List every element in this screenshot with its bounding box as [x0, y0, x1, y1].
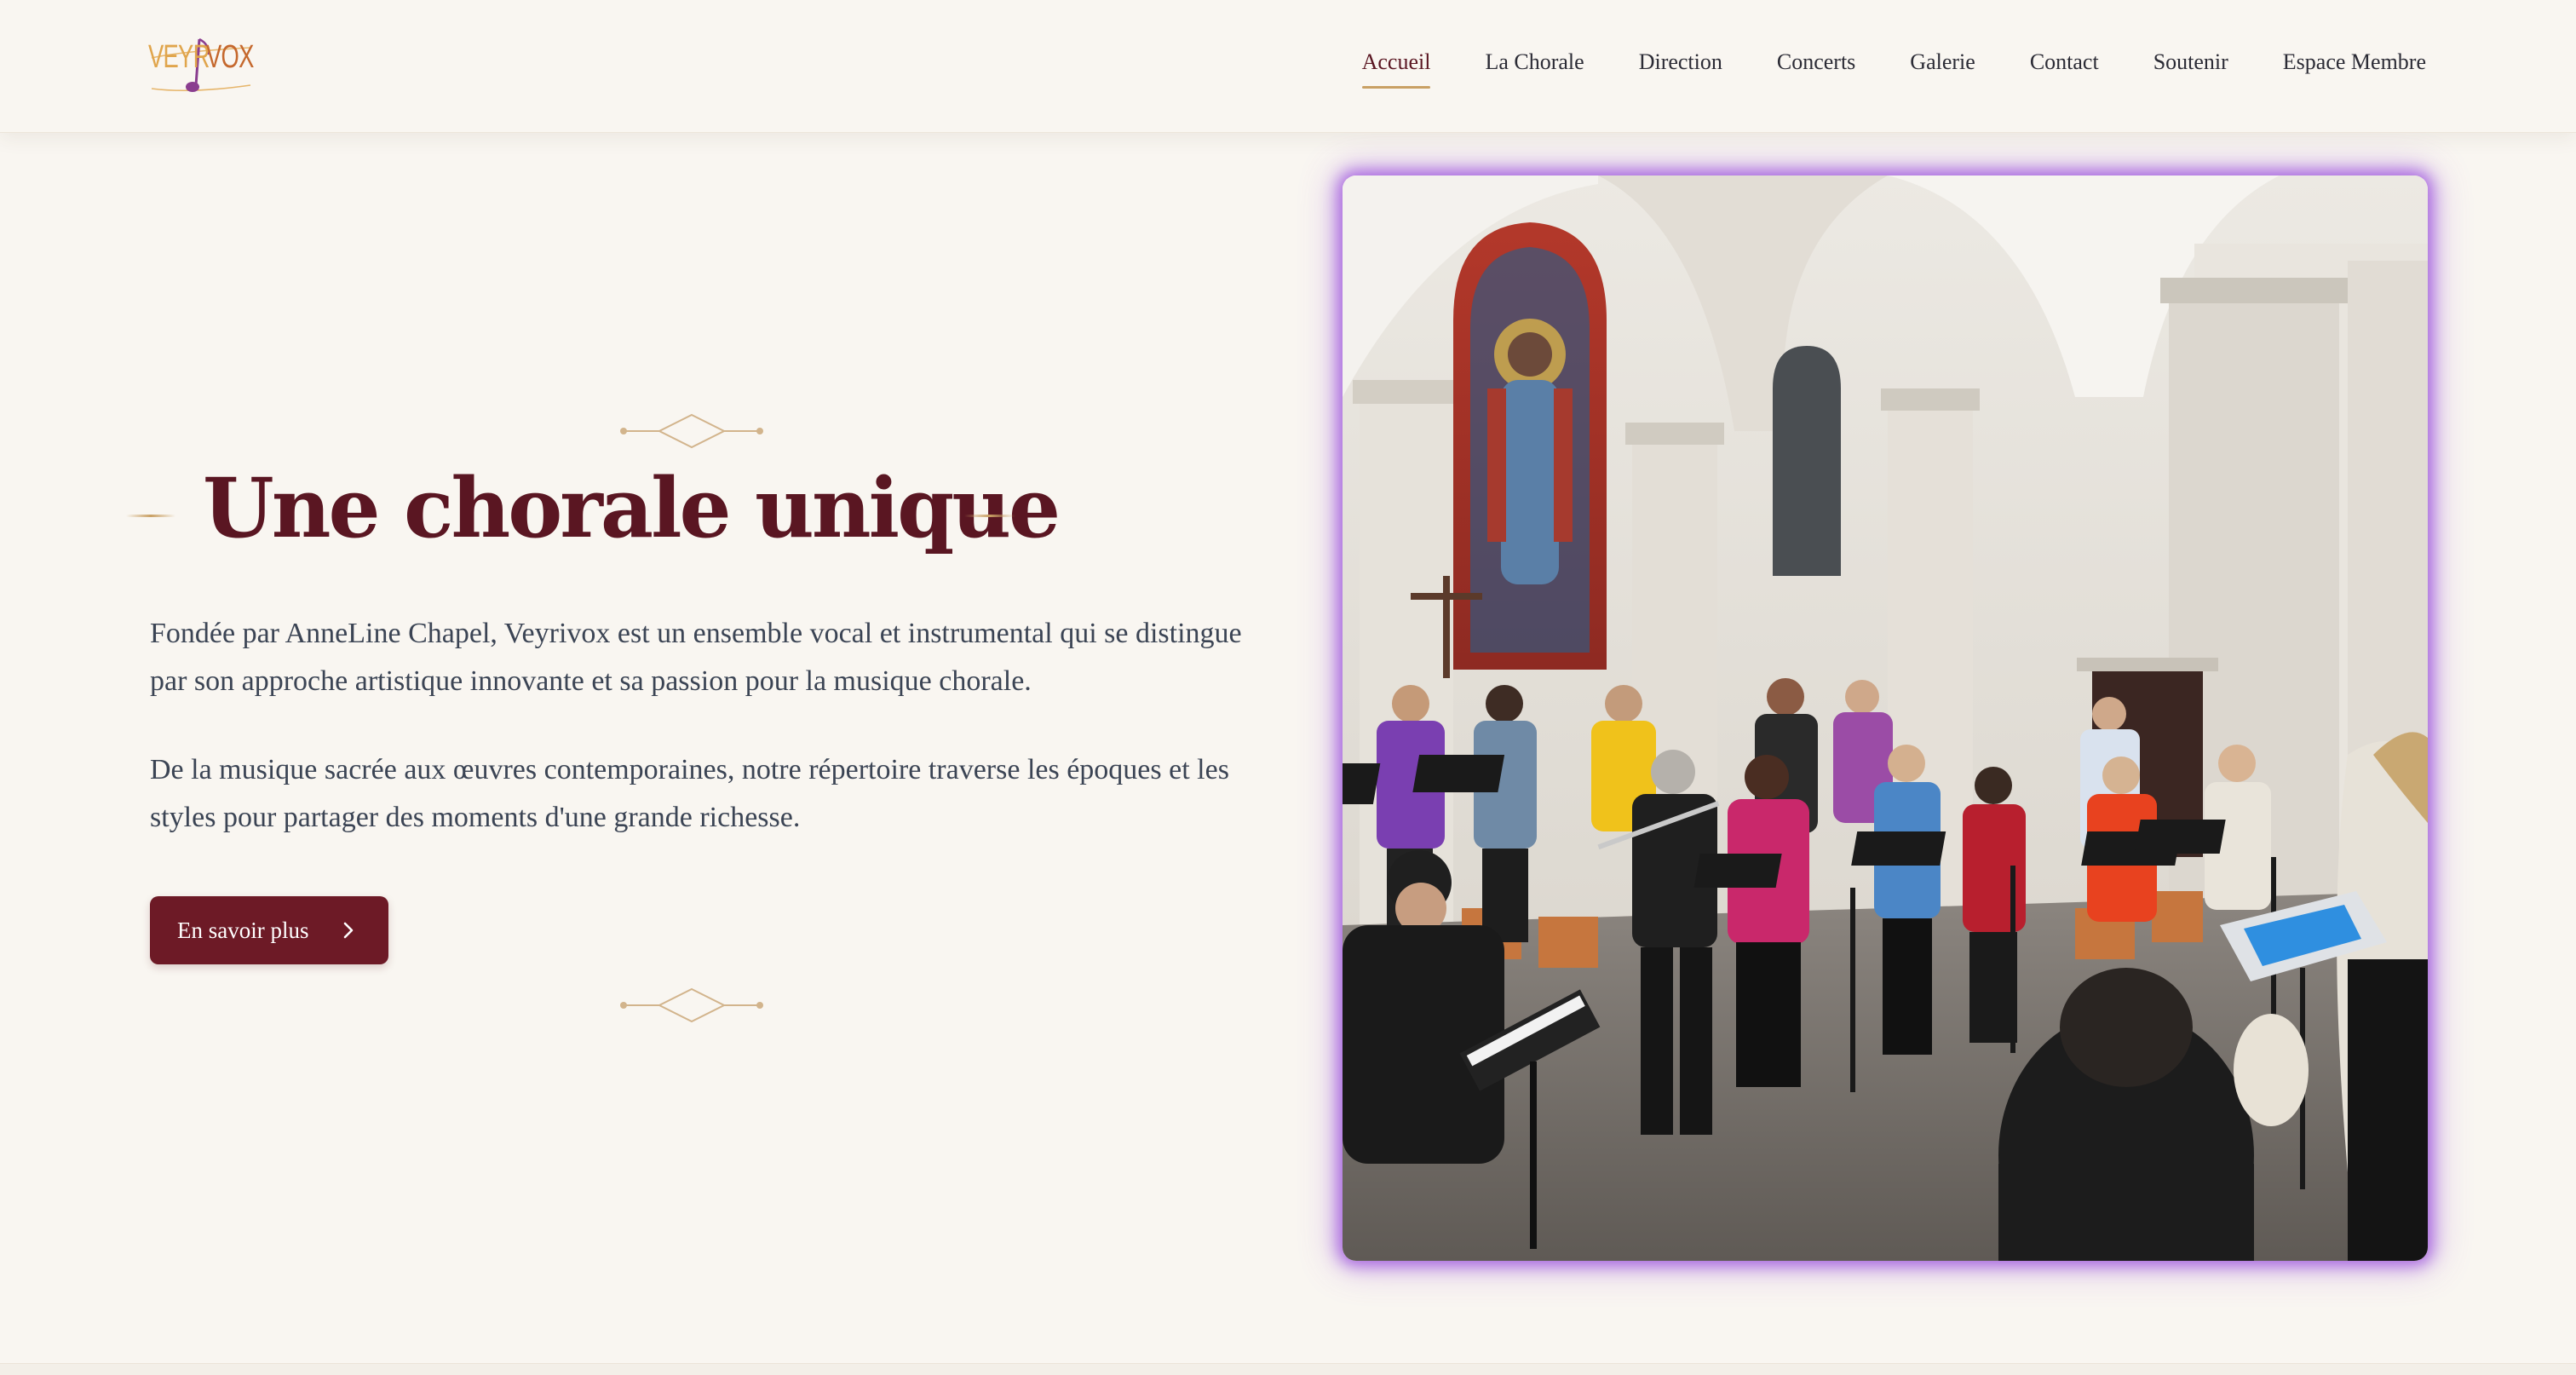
hero-paragraph-2: De la musique sacrée aux œuvres contempo… [150, 754, 1229, 833]
hero-paragraph-1: Fondée par AnneLine Chapel, Veyrivox est… [150, 618, 1242, 697]
learn-more-label: En savoir plus [177, 917, 309, 943]
nav-item-direction[interactable]: Direction [1639, 49, 1722, 75]
chevron-right-icon [343, 922, 354, 939]
choir-photo-illustration [1343, 175, 2428, 1261]
site-header: VEYR VOX Accueil La Chorale Direction Co… [0, 0, 2576, 133]
learn-more-button[interactable]: En savoir plus [150, 896, 388, 964]
nav-item-contact[interactable]: Contact [2030, 49, 2099, 75]
title-line-left [126, 515, 175, 517]
site-logo[interactable]: VEYR VOX [148, 32, 259, 101]
nav-item-accueil[interactable]: Accueil [1361, 49, 1430, 89]
nav-item-espace-membre[interactable]: Espace Membre [2283, 49, 2426, 75]
title-line-right [964, 515, 1015, 517]
hero-choir-photo [1343, 175, 2428, 1261]
logo-text-vox: VOX [206, 39, 254, 75]
ornament-divider-bottom [620, 987, 763, 1023]
next-section-edge [0, 1363, 2576, 1375]
logo-text-veyr: VEYR [148, 39, 210, 75]
hero-title-row: Une chorale unique [126, 460, 1061, 571]
hero-title: Une chorale unique [203, 460, 1061, 556]
ornament-divider-top [620, 413, 763, 449]
nav-item-galerie[interactable]: Galerie [1910, 49, 1975, 75]
nav-item-concerts[interactable]: Concerts [1777, 49, 1855, 75]
nav-item-soutenir[interactable]: Soutenir [2153, 49, 2228, 75]
main-nav: Accueil La Chorale Direction Concerts Ga… [1308, 49, 2426, 89]
nav-item-la-chorale[interactable]: La Chorale [1485, 49, 1584, 75]
